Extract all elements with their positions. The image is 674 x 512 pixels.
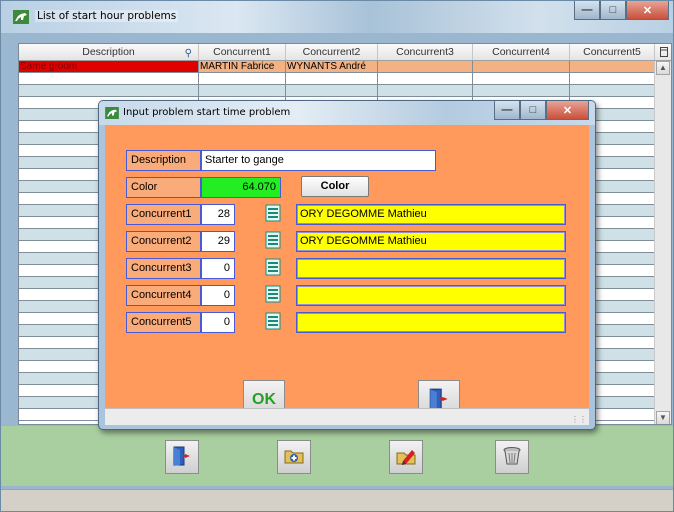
problem-dialog: Input problem start time problem — □ ✕ D… [98, 100, 596, 430]
status-bar [1, 489, 673, 511]
concurrent1-label: Concurrent1 [126, 204, 201, 225]
search-icon[interactable]: ⚲ [185, 46, 192, 62]
main-title-bar[interactable]: List of start hour problems — □ ✕ [1, 1, 673, 33]
list-lookup-icon [265, 204, 281, 225]
color-button[interactable]: Color [301, 176, 369, 197]
dialog-close-button[interactable]: ✕ [546, 101, 589, 120]
resize-grip-icon[interactable]: ⋮⋮ [571, 415, 587, 424]
concurrent4-label: Concurrent4 [126, 285, 201, 306]
list-lookup-icon [265, 258, 281, 279]
window-controls: — □ ✕ [574, 1, 669, 21]
table-cell [378, 85, 473, 96]
column-header-description[interactable]: Description ⚲ [19, 44, 199, 60]
concurrent3-lookup-button[interactable] [263, 258, 282, 279]
grid-header: Description ⚲ Concurrent1 Concurrent2 Co… [19, 44, 671, 61]
dialog-title-bar[interactable]: Input problem start time problem — □ ✕ [99, 101, 595, 125]
table-cell [286, 73, 378, 84]
concurrent2-name-field[interactable]: ORY DEGOMME Mathieu [296, 231, 566, 252]
concurrent5-name-field[interactable] [296, 312, 566, 333]
maximize-button[interactable]: □ [600, 1, 626, 20]
minimize-button[interactable]: — [574, 1, 600, 20]
scroll-down-icon[interactable]: ▼ [656, 411, 670, 424]
column-header-concurrent2[interactable]: Concurrent2 [286, 44, 378, 60]
column-chooser-icon[interactable] [655, 44, 671, 60]
column-header-concurrent1[interactable]: Concurrent1 [199, 44, 286, 60]
close-button[interactable]: ✕ [626, 1, 669, 20]
concurrent4-lookup-button[interactable] [263, 285, 282, 306]
minimize-icon: — [501, 104, 513, 116]
exit-door-icon [171, 445, 193, 470]
exit-button[interactable] [165, 440, 199, 474]
dialog-maximize-button[interactable]: □ [520, 101, 546, 120]
table-cell [570, 85, 655, 96]
edit-button[interactable] [389, 440, 423, 474]
table-cell [286, 85, 378, 96]
color-value-field[interactable]: 64.070 [201, 177, 281, 198]
table-cell: WYNANTS André [286, 61, 378, 72]
table-row[interactable] [19, 85, 655, 97]
dialog-window-controls: — □ ✕ [494, 101, 589, 121]
concurrent3-number-field[interactable]: 0 [201, 258, 235, 279]
table-cell: MARTIN Fabrice [199, 61, 286, 72]
concurrent3-name-field[interactable] [296, 258, 566, 279]
horse-app-icon [105, 107, 121, 121]
add-folder-icon [283, 445, 305, 470]
table-cell [570, 61, 655, 72]
column-header-concurrent3[interactable]: Concurrent3 [378, 44, 473, 60]
list-lookup-icon [265, 285, 281, 306]
concurrent3-label: Concurrent3 [126, 258, 201, 279]
table-row[interactable] [19, 73, 655, 85]
concurrent2-lookup-button[interactable] [263, 231, 282, 252]
close-icon: ✕ [642, 4, 653, 17]
add-button[interactable] [277, 440, 311, 474]
vertical-scrollbar[interactable]: ▲ ▼ [654, 61, 671, 424]
table-cell [473, 85, 570, 96]
concurrent1-name-field[interactable]: ORY DEGOMME Mathieu [296, 204, 566, 225]
table-cell [199, 85, 286, 96]
description-field[interactable]: Starter to gange [201, 150, 436, 171]
window-title: List of start hour problems [35, 10, 179, 22]
description-label: Description [126, 150, 201, 171]
table-cell [19, 73, 199, 84]
minimize-icon: — [581, 4, 593, 16]
table-cell [378, 73, 473, 84]
concurrent2-number-field[interactable]: 29 [201, 231, 235, 252]
maximize-icon: □ [529, 104, 537, 116]
concurrent5-number-field[interactable]: 0 [201, 312, 235, 333]
table-cell [570, 73, 655, 84]
column-header-label: Description [82, 46, 135, 58]
table-cell [378, 61, 473, 72]
table-cell [199, 73, 286, 84]
concurrent1-lookup-button[interactable] [263, 204, 282, 225]
close-icon: ✕ [562, 104, 573, 117]
concurrent1-number-field[interactable]: 28 [201, 204, 235, 225]
delete-button[interactable] [495, 440, 529, 474]
maximize-icon: □ [609, 4, 617, 16]
concurrent2-label: Concurrent2 [126, 231, 201, 252]
bottom-toolbar [1, 426, 673, 486]
concurrent5-lookup-button[interactable] [263, 312, 282, 333]
column-header-concurrent5[interactable]: Concurrent5 [570, 44, 655, 60]
concurrent4-number-field[interactable]: 0 [201, 285, 235, 306]
column-header-concurrent4[interactable]: Concurrent4 [473, 44, 570, 60]
concurrent4-name-field[interactable] [296, 285, 566, 306]
edit-pencil-icon [395, 445, 417, 470]
trash-can-icon [501, 445, 523, 470]
horse-app-icon [13, 10, 29, 24]
list-lookup-icon [265, 231, 281, 252]
table-cell: Same groom [19, 61, 199, 72]
dialog-title: Input problem start time problem [123, 107, 291, 118]
table-row-selected[interactable]: Same groom MARTIN Fabrice WYNANTS André [19, 61, 655, 73]
scroll-up-icon[interactable]: ▲ [656, 61, 670, 75]
dialog-status-bar: ⋮⋮ [105, 408, 589, 425]
table-cell [473, 73, 570, 84]
list-lookup-icon [265, 312, 281, 333]
table-cell [473, 61, 570, 72]
dialog-minimize-button[interactable]: — [494, 101, 520, 120]
color-label: Color [126, 177, 201, 198]
concurrent5-label: Concurrent5 [126, 312, 201, 333]
dialog-body: Description Starter to gange Color 64.07… [105, 125, 589, 421]
table-cell [19, 85, 199, 96]
